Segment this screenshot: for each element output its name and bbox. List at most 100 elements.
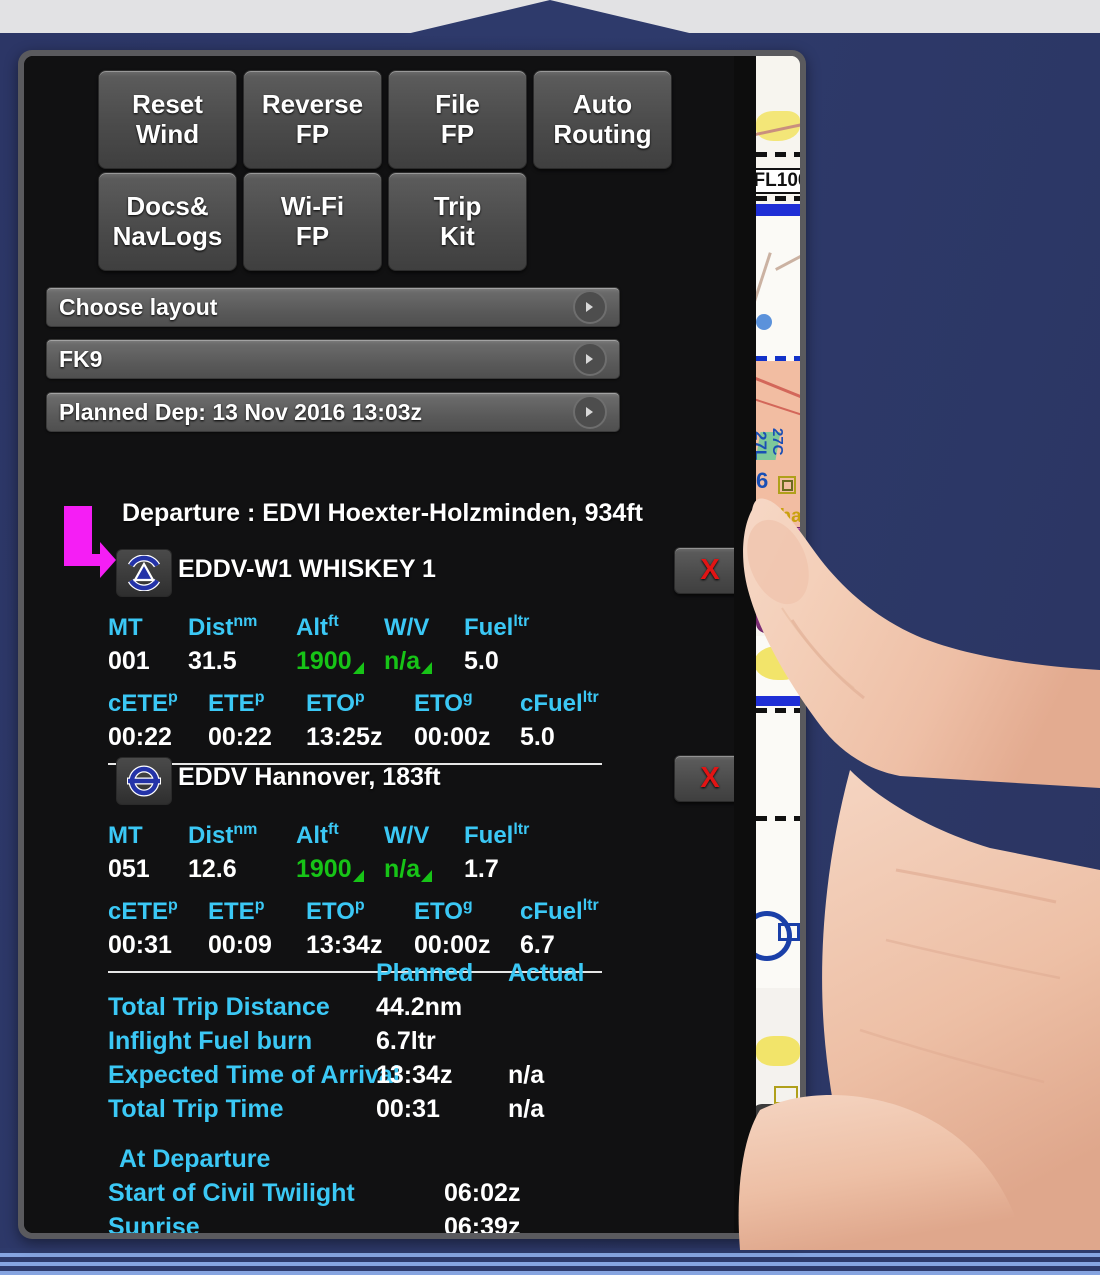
summary-row-0-label: Total Trip Distance [108,993,330,1021]
waypoint-1-fuel: 5.0 [464,647,499,675]
reverse-fp-line2: FP [295,118,330,149]
wifi-fp-line2: FP [295,220,330,251]
waypoint-1-dist: 31.5 [188,647,237,675]
wv-edit-corner-icon [421,662,433,674]
planned-dep-label: Planned Dep: 13 Nov 2016 13:03z [59,398,423,425]
waypoint-1-etog: 00:00z [414,723,491,751]
reset-wind-line1: Reset [132,88,203,119]
at-departure-label: At Departure [119,1145,271,1173]
col-cete-header: cETEp [108,689,178,717]
waypoint-2-alt-wrap[interactable]: 1900 [296,855,364,884]
waypoint-2-etop: 13:34z [306,931,383,959]
col-etop-header-2: ETOp [306,897,365,925]
runway-label-27L: 27L [756,431,770,461]
waypoint-2-data-grid: MT Distnm Altft W/V Fuelltr 051 12.6 190… [24,805,734,973]
waypoint-2-name: EDDV Hannover, 183ft [178,763,441,791]
col-alt-header-2: Altft [296,821,339,849]
waypoint-2-mt: 051 [108,855,150,883]
waypoint-1-cfuel: 5.0 [520,723,555,751]
docs-navlogs-button[interactable]: Docs& NavLogs [98,172,237,271]
col-cete-header-2: cETEp [108,897,178,925]
sunrise-label: Sunrise [108,1213,200,1233]
col-cfuel-header-2: cFuelltr [520,897,599,925]
choose-layout-label: Choose layout [59,293,218,320]
col-etog-header: ETOg [414,689,473,717]
trip-kit-button[interactable]: Trip Kit [388,172,527,271]
aircraft-label: FK9 [59,345,103,372]
wifi-fp-line1: Wi-Fi [280,190,345,221]
col-dist-header-2: Distnm [188,821,258,849]
waypoint-2-title-row: EDDV Hannover, 183ft X [24,755,734,805]
file-fp-button[interactable]: File FP [388,70,527,169]
toolbar-row-1: Reset Wind Reverse FP File FP Auto Routi… [98,70,672,169]
planned-dep-row[interactable]: Planned Dep: 13 Nov 2016 13:03z [46,392,620,432]
reverse-fp-line1: Reverse [261,88,364,119]
col-alt-header: Altft [296,613,339,641]
chevron-right-icon-dep[interactable] [573,395,607,429]
waypoint-1-wv-wrap[interactable]: n/a [384,647,433,676]
reverse-fp-button[interactable]: Reverse FP [243,70,382,169]
chevron-right-icon-layout[interactable] [573,290,607,324]
col-dist-header: Distnm [188,613,258,641]
wv-edit-corner-icon-2 [421,870,433,882]
waypoint-2-wv: n/a [384,855,421,883]
pointing-hand-photo [738,498,1100,1250]
col-mt-header-2: MT [108,822,143,849]
waypoint-1-alt: 1900 [296,647,352,675]
docs-navlogs-line2: NavLogs [112,220,223,251]
runway-label-27C: 27C [769,428,786,456]
choose-layout-row[interactable]: Choose layout [46,287,620,327]
aircraft-row[interactable]: FK9 [46,339,620,379]
waypoint-1-alt-wrap[interactable]: 1900 [296,647,364,676]
tablet-screen: FL100 27R 27L 27C 6 ernhag [24,56,800,1233]
col-ete-header: ETEp [208,689,265,717]
summary-row-2-actual: n/a [508,1061,545,1089]
map-blue-band-1 [756,204,800,216]
file-fp-line2: FP [440,118,475,149]
trip-kit-line1: Trip [433,190,482,221]
waypoint-1-etop: 13:25z [306,723,383,751]
waypoint-2-cete: 00:31 [108,931,172,959]
summary-row-0-planned: 44.2nm [376,993,463,1021]
waypoint-1-cete: 00:22 [108,723,172,751]
reset-wind-line2: Wind [135,118,200,149]
waypoint-block-1: EDDV-W1 WHISKEY 1 X MT Distnm Altft W/V … [24,547,734,765]
bottom-bar-1 [0,1253,1100,1257]
civil-twilight-label: Start of Civil Twilight [108,1179,355,1207]
toolbar-row-2: Docs& NavLogs Wi-Fi FP Trip Kit [98,172,527,271]
auto-routing-button[interactable]: Auto Routing [533,70,672,169]
waypoint-2-wv-wrap[interactable]: n/a [384,855,433,884]
sunrise-value: 06:39z [444,1213,521,1233]
summary-row-3-planned: 00:31 [376,1095,440,1123]
airport-icon [116,757,172,805]
map-dashed-boundary-2 [756,196,800,201]
col-cfuel-header: cFuelltr [520,689,599,717]
waypoint-1-data-grid: MT Distnm Altft W/V Fuelltr 001 31.5 190… [24,597,734,765]
airspace-label: FL100 [756,170,800,191]
waypoint-1-wv: n/a [384,647,421,675]
col-fuel-header-2: Fuelltr [464,821,530,849]
map-dashed-boundary-1 [756,152,800,157]
waypoint-1-mt: 001 [108,647,150,675]
file-fp-line1: File [435,88,480,119]
airspace-label-box: FL100 [756,168,800,194]
col-fuel-header: Fuelltr [464,613,530,641]
alt-edit-corner-icon [352,662,364,674]
map-bg-mid1 [756,216,800,361]
summary-row-3-actual: n/a [508,1095,545,1123]
waypoint-2-ete: 00:09 [208,931,272,959]
waypoint-block-2: EDDV Hannover, 183ft X MT Distnm Altft W… [24,755,734,973]
waypoint-2-etog: 00:00z [414,931,491,959]
departure-header: Departure : EDVI Hoexter-Holzminden, 934… [122,499,643,527]
summary-row-3-label: Total Trip Time [108,1095,284,1123]
waypoint-2-fuel: 1.7 [464,855,499,883]
waypoint-1-title-row: EDDV-W1 WHISKEY 1 X [24,547,734,597]
trip-kit-line2: Kit [440,220,475,251]
reset-wind-button[interactable]: Reset Wind [98,70,237,169]
chevron-right-icon-aircraft[interactable] [573,342,607,376]
auto-routing-line2: Routing [553,118,652,149]
col-mt-header: MT [108,614,143,641]
waypoint-2-dist: 12.6 [188,855,237,883]
civil-twilight-value: 06:02z [444,1179,521,1207]
wifi-fp-button[interactable]: Wi-Fi FP [243,172,382,271]
